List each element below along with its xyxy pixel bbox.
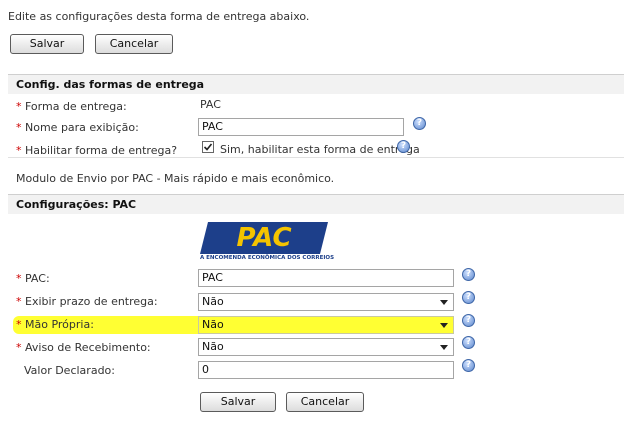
field-label-mao: * Mão Própria: xyxy=(16,318,94,331)
help-icon[interactable]: ? xyxy=(462,359,475,372)
checkmark-icon xyxy=(203,143,213,151)
aviso-select-value: Não xyxy=(202,340,224,353)
save-button-top[interactable]: Salvar xyxy=(10,34,84,54)
field-label-habilitar: * Habilitar forma de entrega? xyxy=(16,144,178,157)
field-label-pac: * PAC: xyxy=(16,272,50,285)
intro-text: Edite as configurações desta forma de en… xyxy=(8,10,310,23)
nome-input[interactable]: PAC xyxy=(198,118,404,136)
pac-logo-tagline: A ENCOMENDA ECONÔMICA DOS CORREIOS xyxy=(200,255,335,261)
habilitar-checkbox[interactable] xyxy=(202,141,214,153)
required-icon: * xyxy=(16,144,22,157)
required-icon: * xyxy=(16,295,22,308)
habilitar-checkbox-label: Sim, habilitar esta forma de entrega xyxy=(220,143,420,156)
help-icon[interactable]: ? xyxy=(397,140,410,153)
save-button-bottom[interactable]: Salvar xyxy=(200,392,276,412)
section-header-pac: Configurações: PAC xyxy=(8,194,624,214)
help-icon[interactable]: ? xyxy=(462,314,475,327)
pac-input[interactable]: PAC xyxy=(198,269,454,287)
help-icon[interactable]: ? xyxy=(462,268,475,281)
field-label-valor: Valor Declarado: xyxy=(24,364,115,377)
help-icon[interactable]: ? xyxy=(413,117,426,130)
field-label-prazo: * Exibir prazo de entrega: xyxy=(16,295,158,308)
section-header-shipping: Config. das formas de entrega xyxy=(8,74,624,94)
aviso-select[interactable]: Não xyxy=(198,338,454,356)
field-label-nome: * Nome para exibição: xyxy=(16,121,139,134)
field-label-forma: * Forma de entrega: xyxy=(16,100,127,113)
chevron-down-icon xyxy=(440,300,448,305)
chevron-down-icon xyxy=(440,323,448,328)
divider xyxy=(8,157,624,158)
module-description: Modulo de Envio por PAC - Mais rápido e … xyxy=(16,172,335,185)
pac-logo: PAC A ENCOMENDA ECONÔMICA DOS CORREIOS xyxy=(200,222,335,262)
forma-value: PAC xyxy=(200,98,221,111)
help-icon[interactable]: ? xyxy=(462,336,475,349)
required-icon: * xyxy=(16,341,22,354)
mao-select-value: Não xyxy=(202,318,224,331)
pac-logo-text: PAC xyxy=(236,223,292,253)
required-icon: * xyxy=(16,272,22,285)
required-icon: * xyxy=(16,121,22,134)
chevron-down-icon xyxy=(440,345,448,350)
field-label-aviso: * Aviso de Recebimento: xyxy=(16,341,151,354)
cancel-button-bottom[interactable]: Cancelar xyxy=(286,392,364,412)
valor-input[interactable]: 0 xyxy=(198,361,454,379)
prazo-select-value: Não xyxy=(202,295,224,308)
cancel-button-top[interactable]: Cancelar xyxy=(95,34,173,54)
mao-select[interactable]: Não xyxy=(198,316,454,334)
required-icon: * xyxy=(16,100,22,113)
help-icon[interactable]: ? xyxy=(462,291,475,304)
prazo-select[interactable]: Não xyxy=(198,293,454,311)
required-icon: * xyxy=(16,318,22,331)
